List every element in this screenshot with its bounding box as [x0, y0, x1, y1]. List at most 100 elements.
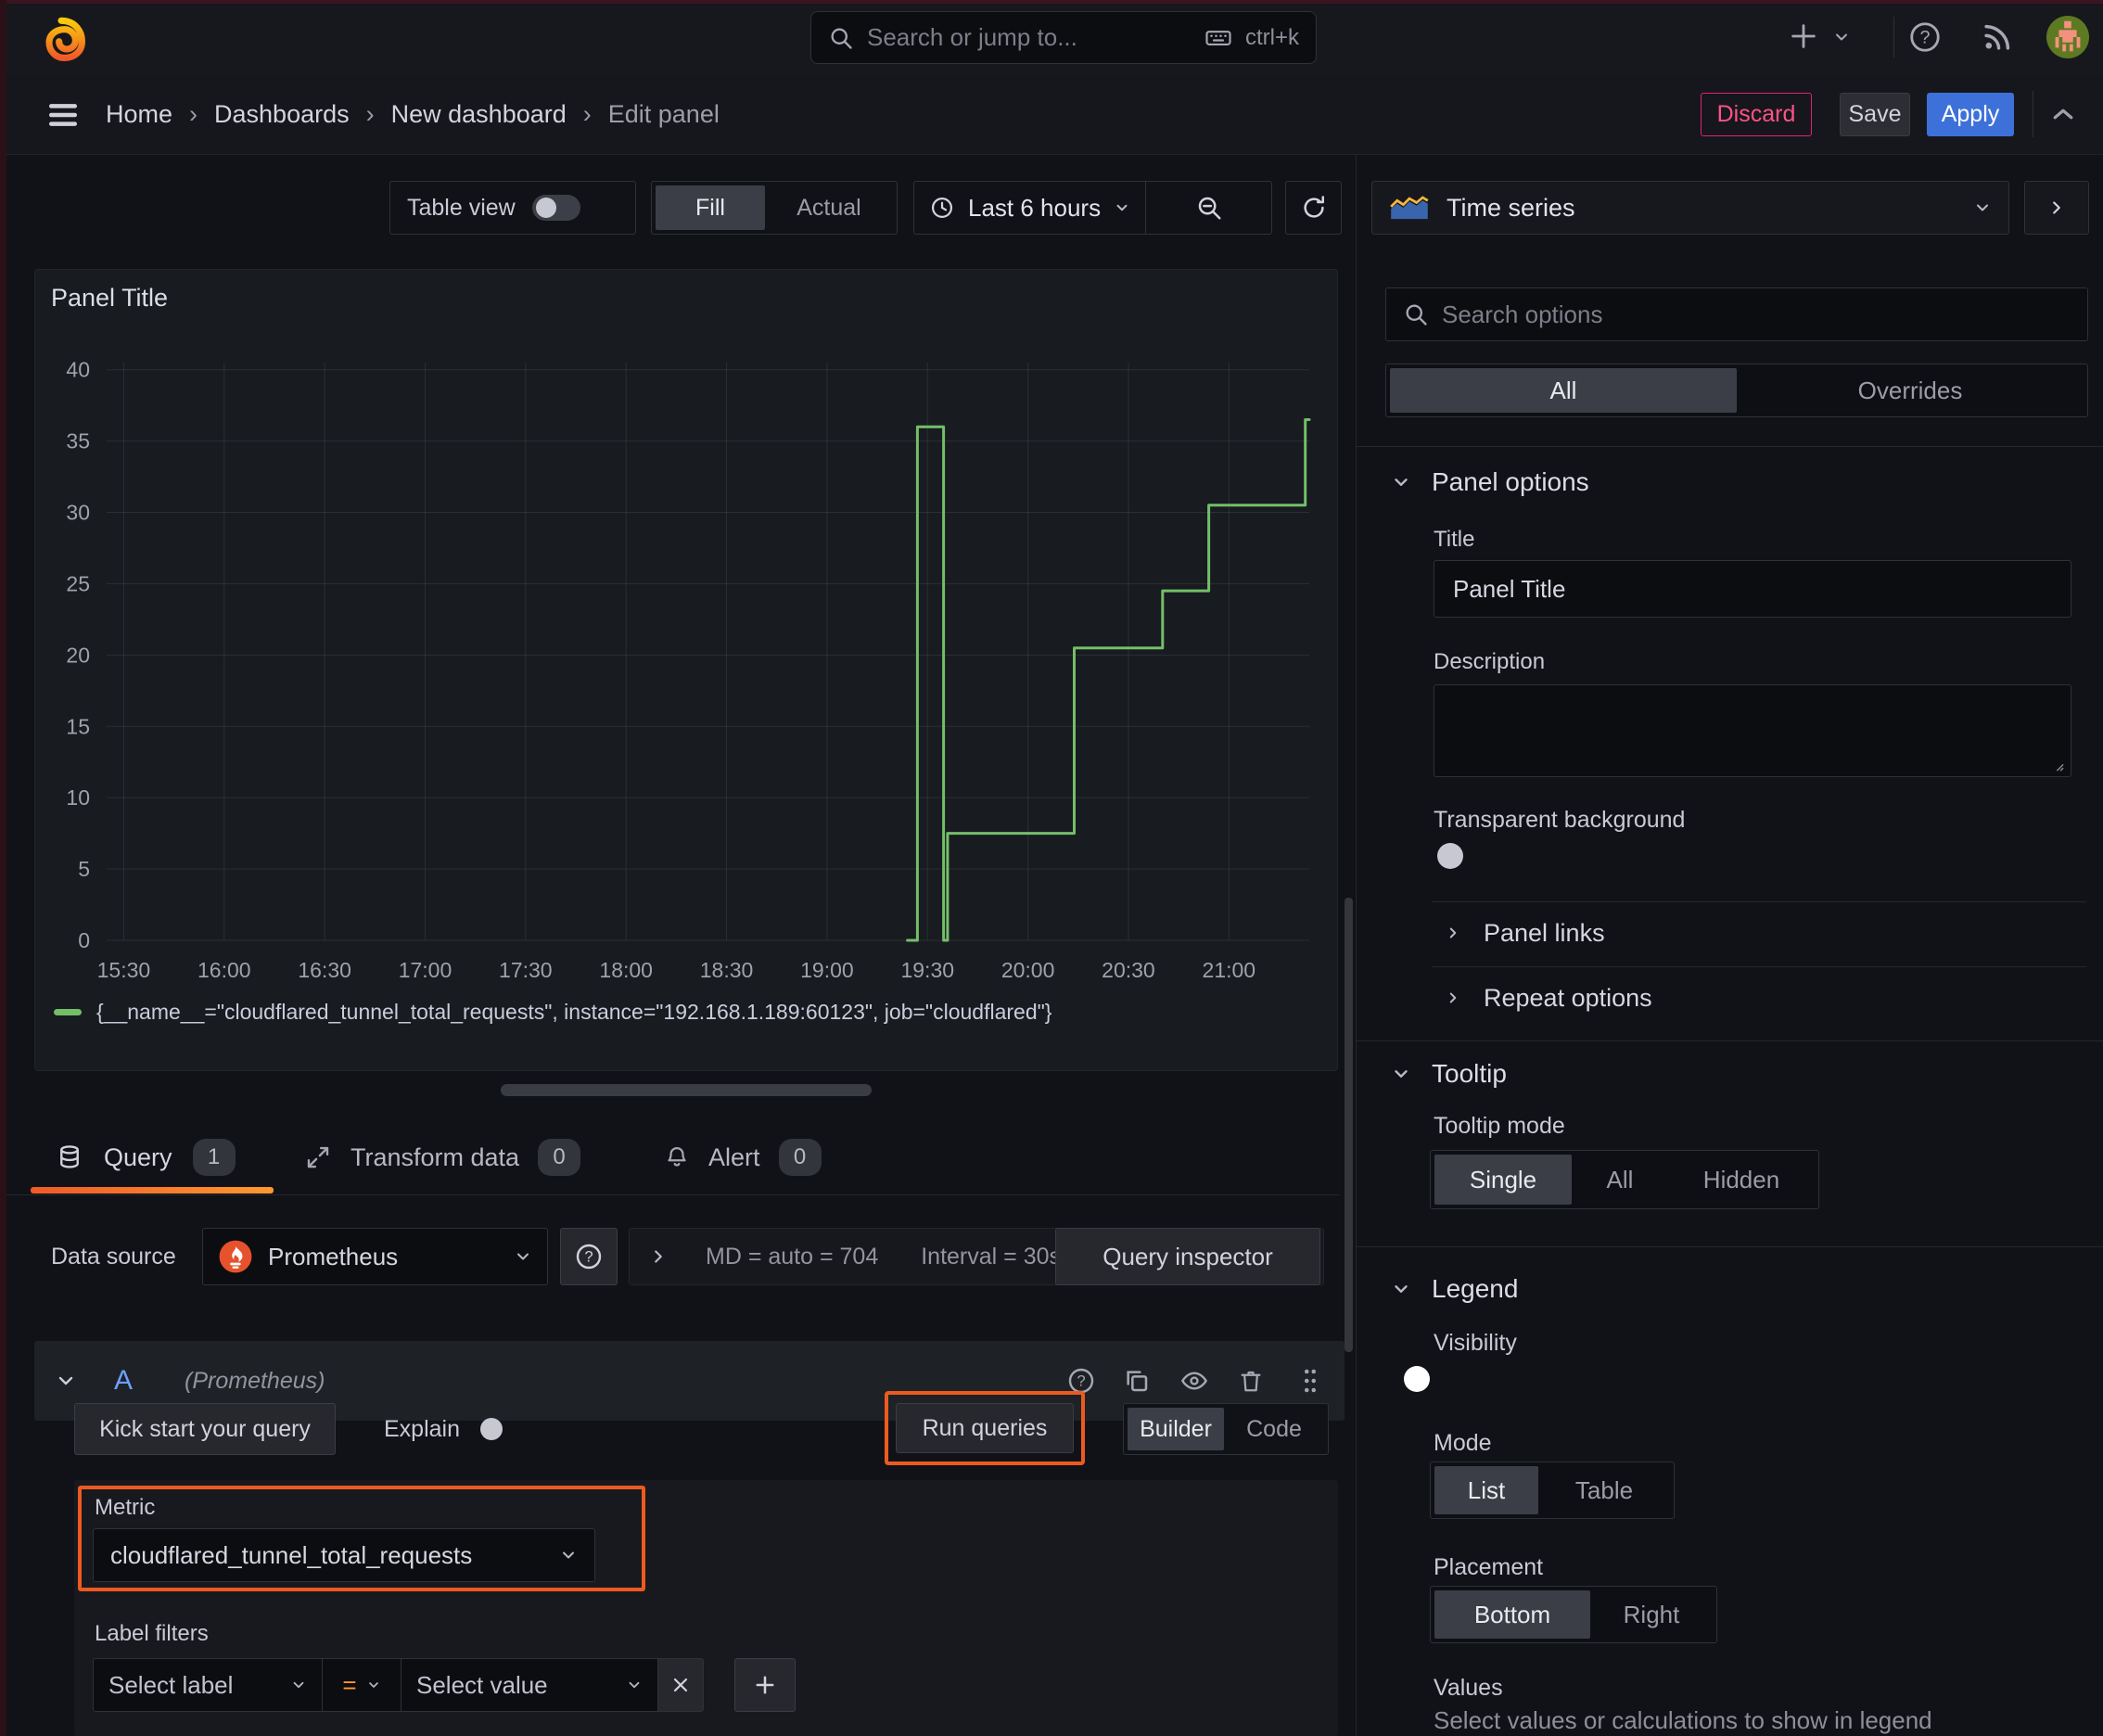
datasource-picker[interactable]: Prometheus: [202, 1228, 548, 1285]
max-data-points-text: MD = auto = 704: [706, 1243, 879, 1270]
description-textarea[interactable]: [1434, 684, 2071, 777]
select-value-chevron-down-icon: [626, 1677, 643, 1693]
hide-query-eye-icon[interactable]: [1178, 1366, 1211, 1396]
description-field-label: Description: [1434, 649, 1546, 674]
tab-overrides[interactable]: Overrides: [1737, 368, 2084, 413]
query-collapse-chevron-down-icon[interactable]: [55, 1370, 77, 1392]
visualization-picker[interactable]: Time series: [1371, 181, 2009, 235]
menu-hamburger-icon[interactable]: [45, 100, 82, 130]
remove-filter-button[interactable]: [657, 1658, 704, 1712]
actual-option[interactable]: Actual: [765, 185, 893, 230]
breadcrumb-home[interactable]: Home: [106, 100, 172, 129]
grafana-logo[interactable]: [37, 13, 85, 61]
tab-transform[interactable]: Transform data 0: [304, 1131, 581, 1183]
legend-mode-list[interactable]: List: [1434, 1466, 1538, 1514]
breadcrumb-separator-icon: ›: [189, 99, 198, 128]
section-chevron-down-icon: [1395, 1285, 1408, 1293]
run-queries-button[interactable]: Run queries: [896, 1403, 1074, 1453]
search-placeholder: Search or jump to...: [867, 23, 1077, 51]
save-button[interactable]: Save: [1840, 93, 1910, 136]
svg-text:19:30: 19:30: [900, 958, 954, 982]
discard-button[interactable]: Discard: [1701, 93, 1812, 136]
all-overrides-tabs: All Overrides: [1385, 364, 2088, 417]
tab-query[interactable]: Query 1: [56, 1131, 236, 1183]
metric-select[interactable]: cloudflared_tunnel_total_requests: [93, 1528, 595, 1582]
news-rss-button[interactable]: [1980, 19, 2015, 55]
legend-values-hint: Select values or calculations to show in…: [1434, 1706, 1932, 1734]
screen-edge-top: [0, 0, 2103, 4]
add-button[interactable]: [1788, 20, 1819, 52]
query-ref-id[interactable]: A: [114, 1365, 133, 1397]
tooltip-mode-all[interactable]: All: [1572, 1155, 1668, 1205]
time-range-value: Last 6 hours: [968, 193, 1102, 222]
delete-query-trash-icon[interactable]: [1237, 1366, 1265, 1396]
svg-text:10: 10: [66, 785, 90, 810]
collapse-chevron-up-icon[interactable]: [2049, 102, 2077, 126]
help-button[interactable]: ?: [1907, 19, 1943, 55]
operator-dropdown[interactable]: =: [322, 1658, 401, 1712]
code-option[interactable]: Code: [1224, 1408, 1324, 1450]
builder-option[interactable]: Builder: [1128, 1408, 1224, 1450]
select-label-placeholder: Select label: [108, 1670, 234, 1699]
clock-icon: [929, 195, 955, 221]
breadcrumb-new-dashboard[interactable]: New dashboard: [391, 100, 567, 129]
options-search-input[interactable]: Search options: [1385, 287, 2088, 341]
pane-resize-handle[interactable]: [501, 1084, 872, 1096]
label-filter-row: Select label = Select value: [93, 1658, 796, 1712]
screen-edge-left: [0, 0, 6, 1736]
datasource-help-button[interactable]: ?: [560, 1228, 618, 1285]
panel-links-section[interactable]: Panel links: [1445, 914, 1605, 951]
query-inspector-button[interactable]: Query inspector: [1055, 1228, 1320, 1285]
chart-legend[interactable]: {__name__="cloudflared_tunnel_total_requ…: [54, 996, 1052, 1028]
sidebar-expand-button[interactable]: [2024, 181, 2089, 235]
breadcrumb-dashboards[interactable]: Dashboards: [214, 100, 350, 129]
kickstart-query-button[interactable]: Kick start your query: [74, 1403, 336, 1455]
time-range-picker[interactable]: Last 6 hours: [914, 182, 1145, 234]
legend-series-label[interactable]: {__name__="cloudflared_tunnel_total_requ…: [96, 1000, 1052, 1025]
svg-text:?: ?: [584, 1248, 593, 1266]
svg-text:?: ?: [1919, 28, 1930, 48]
panel-title-input[interactable]: Panel Title: [1434, 560, 2071, 618]
operator-chevron-down-icon: [366, 1678, 381, 1692]
legend-placement-right[interactable]: Right: [1590, 1590, 1713, 1639]
pane-divider[interactable]: [1356, 154, 1357, 1736]
refresh-button[interactable]: [1285, 181, 1342, 235]
fill-option[interactable]: Fill: [656, 185, 765, 230]
panel-options-header[interactable]: Panel options: [1391, 464, 1589, 501]
section-chevron-down-icon: [1395, 1070, 1408, 1078]
sidebar-divider: [1432, 966, 2086, 967]
tooltip-mode-single[interactable]: Single: [1434, 1155, 1572, 1205]
drag-handle-grip-icon[interactable]: [1296, 1364, 1324, 1398]
interval-text: Interval = 30s: [921, 1243, 1062, 1270]
duplicate-query-icon[interactable]: [1122, 1366, 1152, 1396]
apply-button[interactable]: Apply: [1927, 93, 2014, 136]
tab-all[interactable]: All: [1390, 368, 1737, 413]
legend-mode-segmented: List Table: [1430, 1462, 1675, 1519]
scrollbar-thumb[interactable]: [1345, 898, 1353, 1352]
time-series-chart[interactable]: 0 5 10 15 20 25 30 35 40 15:30 16:00 16:30 17:00 17:3…: [37, 358, 1326, 1007]
legend-header[interactable]: Legend: [1391, 1270, 1518, 1308]
add-filter-button[interactable]: [734, 1658, 796, 1712]
table-view-toggle[interactable]: [531, 195, 580, 221]
panel-title-input-value: Panel Title: [1453, 574, 1566, 603]
explain-label: Explain: [384, 1415, 460, 1442]
tooltip-header[interactable]: Tooltip: [1391, 1055, 1507, 1092]
global-search-input[interactable]: Search or jump to... ctrl+k: [810, 11, 1317, 64]
tooltip-mode-hidden[interactable]: Hidden: [1668, 1155, 1815, 1205]
zoom-out-button[interactable]: [1146, 182, 1271, 234]
svg-text:0: 0: [78, 928, 90, 952]
panel-options-title: Panel options: [1432, 467, 1589, 496]
repeat-options-section[interactable]: Repeat options: [1445, 979, 1652, 1016]
select-label-dropdown[interactable]: Select label: [93, 1658, 323, 1712]
options-chevron-right-icon[interactable]: [648, 1246, 669, 1267]
add-chevron-down-icon[interactable]: [1832, 28, 1851, 46]
repeat-options-label: Repeat options: [1484, 983, 1652, 1012]
avatar[interactable]: [2046, 16, 2089, 58]
sidebar-divider: [1432, 901, 2086, 902]
select-value-dropdown[interactable]: Select value: [401, 1658, 658, 1712]
panel-title[interactable]: Panel Title: [51, 284, 168, 313]
tab-alert[interactable]: Alert 0: [664, 1131, 822, 1183]
legend-mode-table[interactable]: Table: [1538, 1466, 1670, 1514]
legend-placement-bottom[interactable]: Bottom: [1434, 1590, 1590, 1639]
time-range-control: Last 6 hours: [913, 181, 1272, 235]
